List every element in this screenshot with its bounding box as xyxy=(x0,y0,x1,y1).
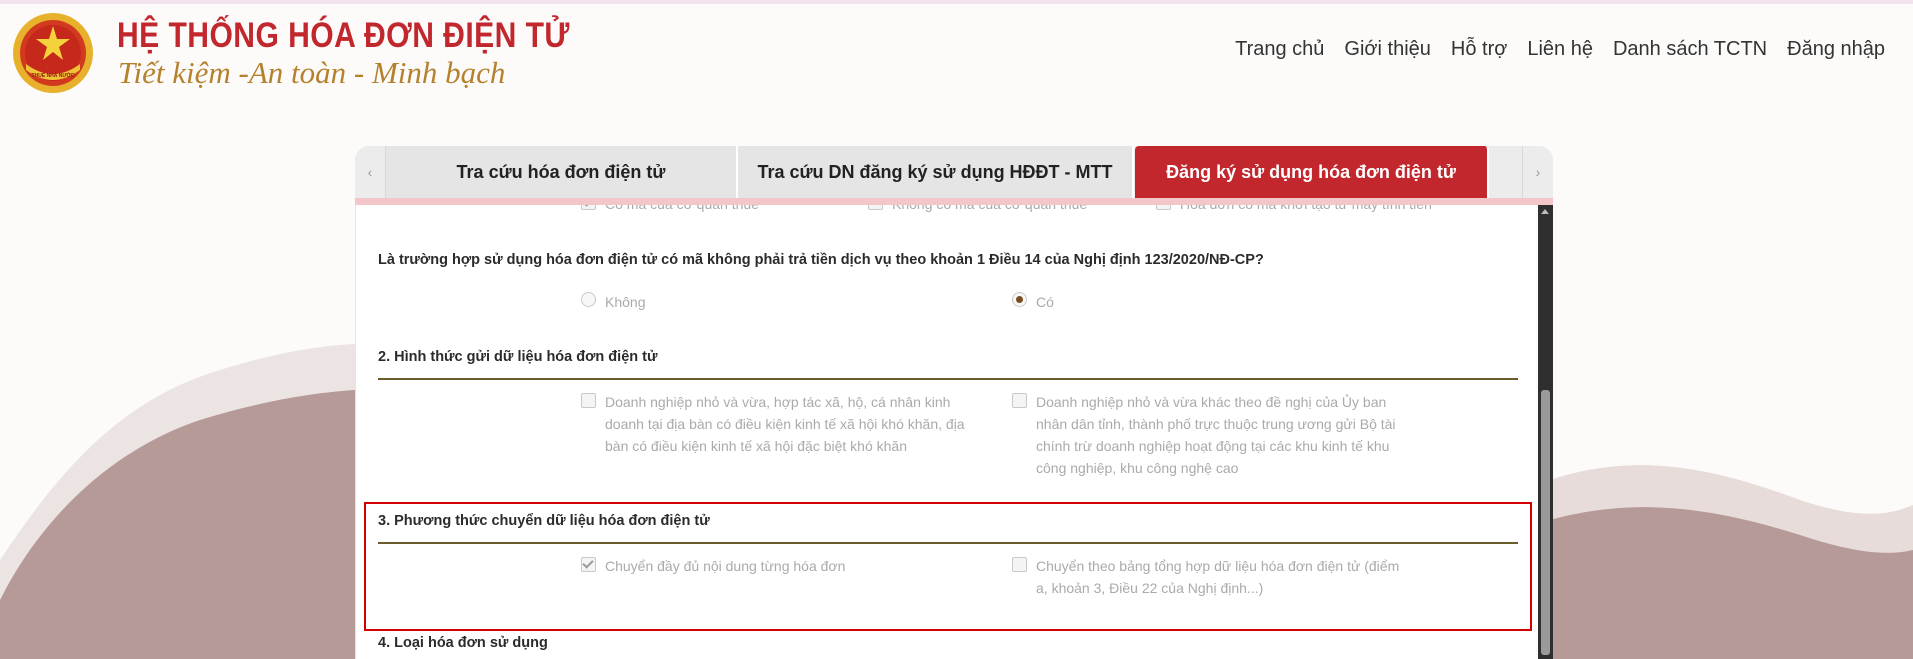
section-4-title: 4. Loại hóa đơn sử dụng xyxy=(378,635,548,651)
option-label: Có xyxy=(1036,294,1054,310)
tab-underline xyxy=(355,198,1553,205)
radio-icon[interactable] xyxy=(1012,292,1027,307)
option-label: Hóa đơn có mã khởi tạo từ máy tính tiền xyxy=(1180,205,1432,215)
scroll-up-arrow-icon[interactable] xyxy=(1541,209,1549,214)
nav-support[interactable]: Hỗ trợ xyxy=(1441,38,1517,61)
tab-register-invoice[interactable]: Đăng ký sử dụng hóa đơn điện tử xyxy=(1135,146,1489,198)
checkbox-icon[interactable] xyxy=(581,205,596,210)
option-cash-register[interactable]: Hóa đơn có mã khởi tạo từ máy tính tiền xyxy=(1156,205,1432,215)
checkbox-icon[interactable] xyxy=(868,205,883,210)
option-label: Không xyxy=(605,294,646,310)
tab-lookup-invoice[interactable]: Tra cứu hóa đơn điện tử xyxy=(386,146,738,198)
nav-login[interactable]: Đăng nhập xyxy=(1777,38,1895,61)
highlight-box-section-3 xyxy=(364,502,1532,631)
checkbox-icon[interactable] xyxy=(1156,205,1171,210)
tab-next-arrow[interactable]: › xyxy=(1522,146,1553,198)
logo-text: THUẾ NHÀ NƯỚC xyxy=(32,71,75,79)
top-navigation: Trang chủ Giới thiệu Hỗ trợ Liên hệ Danh… xyxy=(1225,38,1895,61)
tab-prev-arrow[interactable]: ‹ xyxy=(355,146,386,198)
radio-option-no[interactable]: Không xyxy=(581,291,645,313)
section-2-title: 2. Hình thức gửi dữ liệu hóa đơn điện tử xyxy=(378,349,658,365)
checkbox-icon[interactable] xyxy=(1012,393,1027,408)
option-cqt-code[interactable]: Có mã của cơ quan thuế xyxy=(581,205,759,215)
section-2-divider xyxy=(378,378,1518,380)
checkbox-icon[interactable] xyxy=(581,393,596,408)
free-service-question: Là trường hợp sử dụng hóa đơn điện tử có… xyxy=(378,252,1264,268)
nav-contact[interactable]: Liên hệ xyxy=(1517,38,1603,61)
radio-icon[interactable] xyxy=(581,292,596,307)
radio-option-yes[interactable]: Có xyxy=(1012,291,1054,313)
brand-slogan: Tiết kiệm -An toàn - Minh bạch xyxy=(118,55,506,90)
tab-bar: ‹ Tra cứu hóa đơn điện tử Tra cứu DN đăn… xyxy=(355,146,1553,198)
option-no-cqt-code[interactable]: Không có mã của cơ quan thuế xyxy=(868,205,1087,215)
tab-lookup-business[interactable]: Tra cứu DN đăng ký sử dụng HĐĐT - MTT xyxy=(738,146,1134,198)
option-small-business-other[interactable]: Doanh nghiệp nhỏ và vừa khác theo đề ngh… xyxy=(1012,391,1407,479)
nav-tctn-list[interactable]: Danh sách TCTN xyxy=(1603,38,1777,61)
nav-about[interactable]: Giới thiệu xyxy=(1334,38,1440,61)
option-small-business-difficult-area[interactable]: Doanh nghiệp nhỏ và vừa, hợp tác xã, hộ,… xyxy=(581,391,976,457)
option-label: Doanh nghiệp nhỏ và vừa, hợp tác xã, hộ,… xyxy=(605,394,965,454)
option-label: Có mã của cơ quan thuế xyxy=(605,205,759,215)
tax-emblem-logo[interactable]: THUẾ NHÀ NƯỚC xyxy=(12,12,94,94)
content-scrollbar[interactable] xyxy=(1538,205,1553,659)
option-label: Không có mã của cơ quan thuế xyxy=(892,205,1087,215)
nav-home[interactable]: Trang chủ xyxy=(1225,38,1334,61)
option-label: Doanh nghiệp nhỏ và vừa khác theo đề ngh… xyxy=(1036,394,1396,476)
scrollbar-thumb[interactable] xyxy=(1541,390,1550,655)
brand-title: HỆ THỐNG HÓA ĐƠN ĐIỆN TỬ xyxy=(117,16,570,55)
